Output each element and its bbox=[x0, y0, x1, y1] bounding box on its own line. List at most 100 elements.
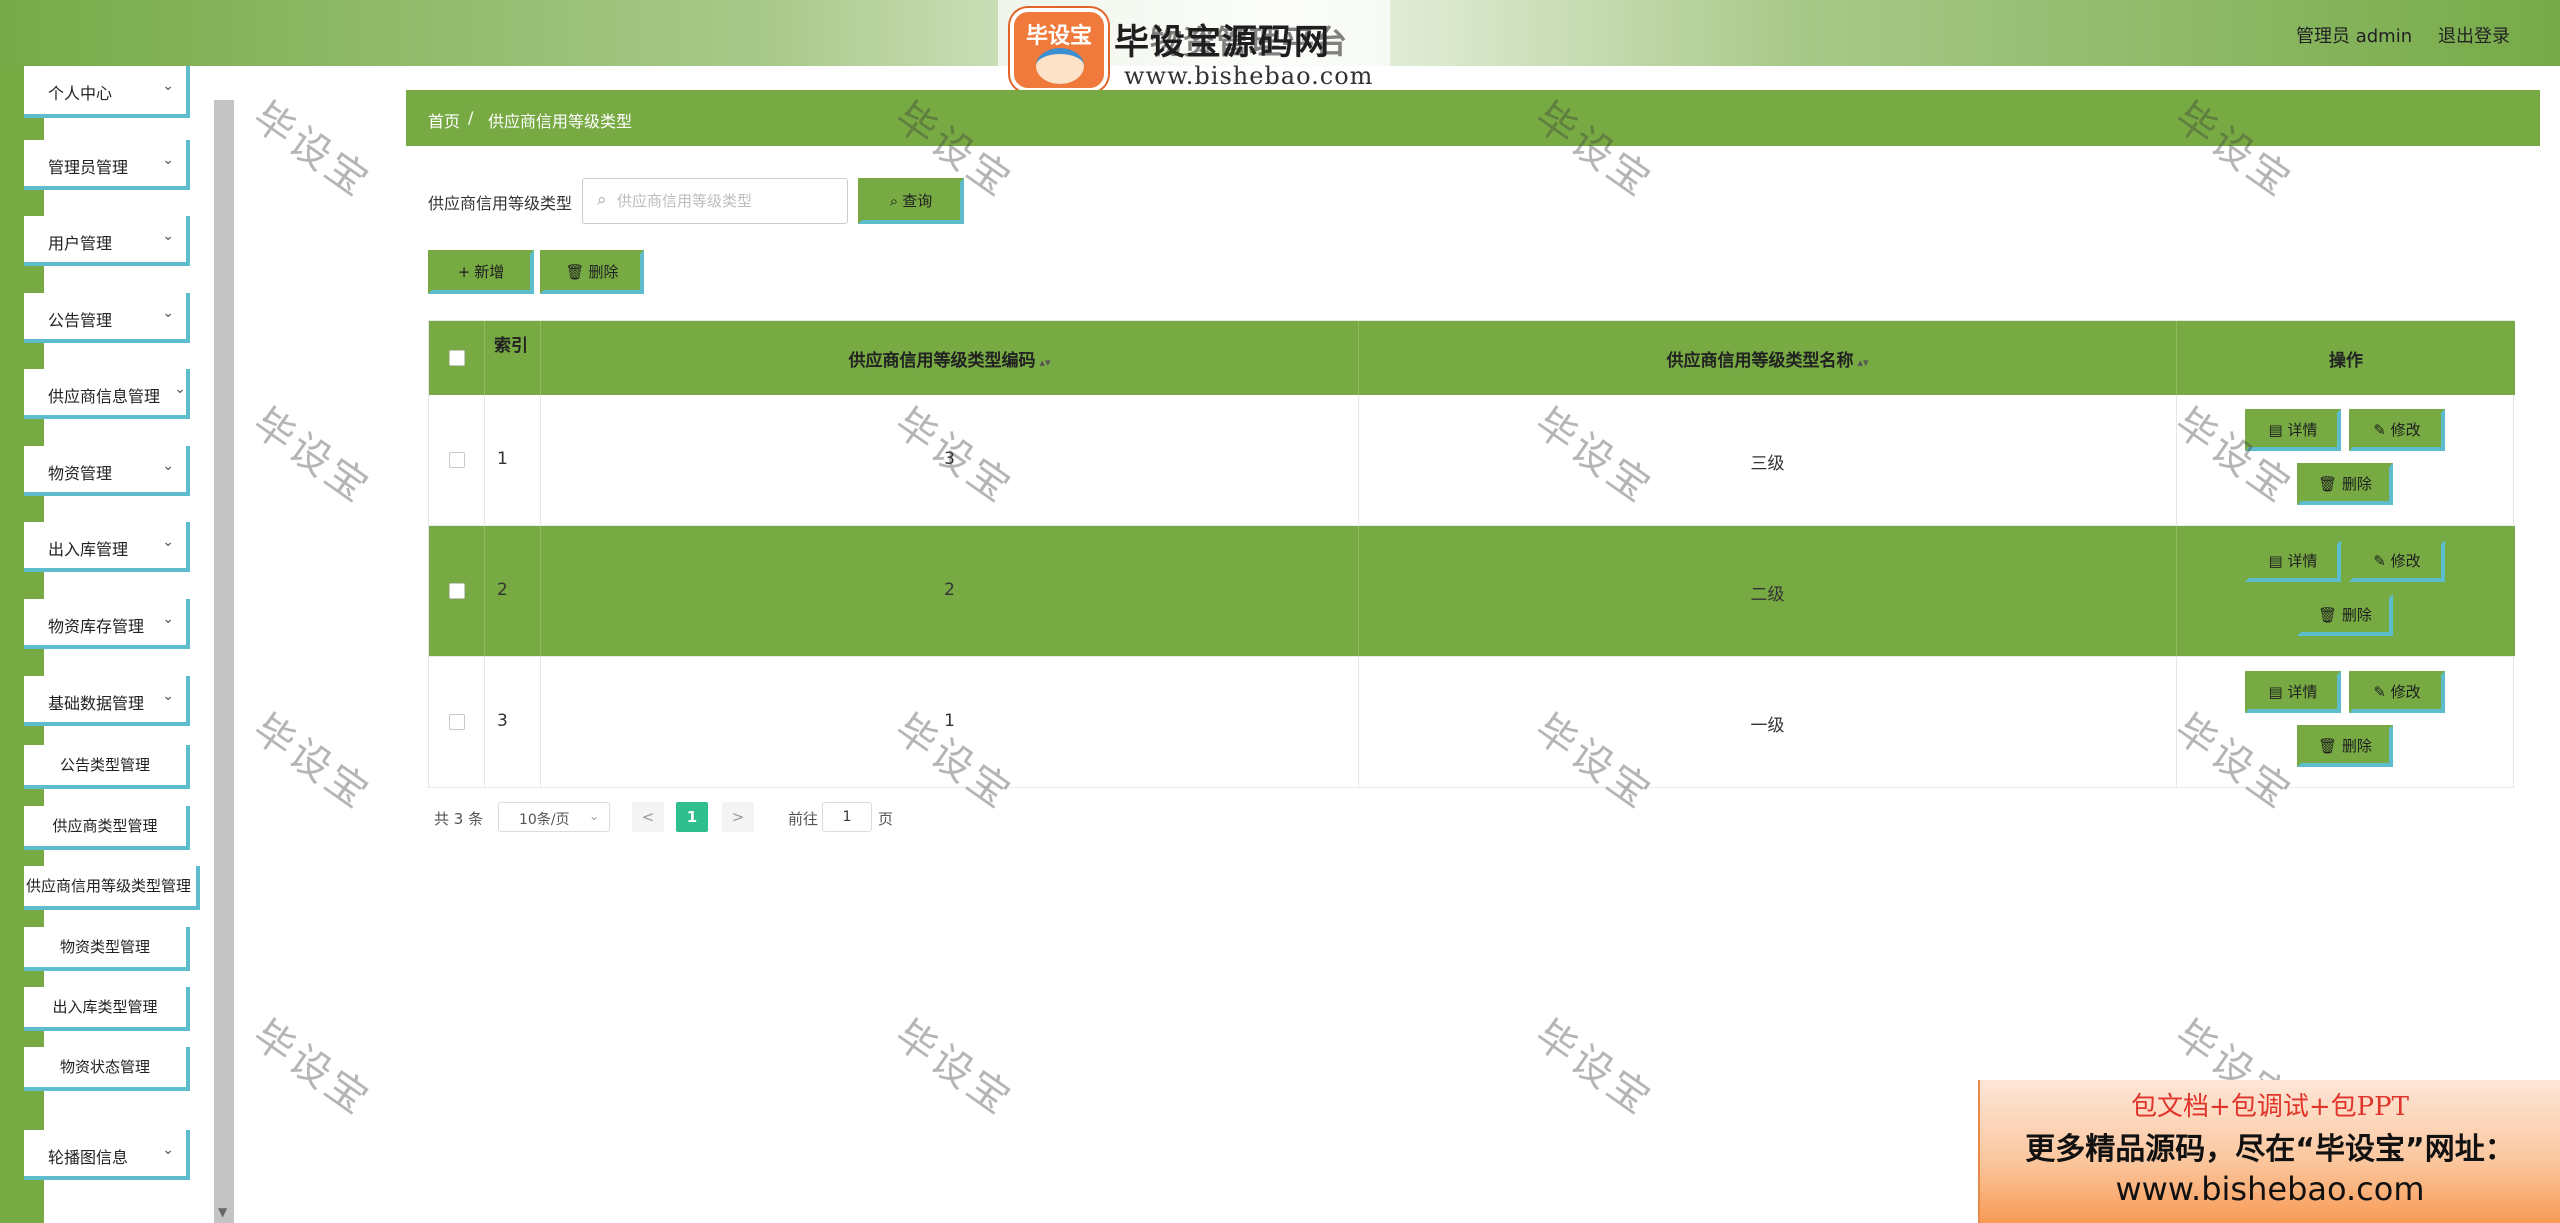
header-name-label: 供应商信用等级类型名称 ▴▾ bbox=[1359, 346, 2176, 371]
detail-button[interactable]: ▤ 详情 bbox=[2245, 409, 2341, 451]
promo-line-1: 包文档+包调试+包PPT bbox=[2131, 1092, 2409, 1122]
sidebar-item-label: 物资库存管理 bbox=[48, 617, 145, 636]
goto-page-input[interactable] bbox=[822, 802, 872, 832]
sidebar-item-admin[interactable]: 管理员管理 ⌄ bbox=[24, 140, 190, 190]
row-checkbox[interactable] bbox=[449, 583, 465, 599]
search-button-label: 查询 bbox=[902, 192, 933, 210]
header-select-cell bbox=[429, 321, 485, 395]
sidebar-item-users[interactable]: 用户管理 ⌄ bbox=[24, 216, 190, 266]
chevron-down-icon: ⌄ bbox=[162, 228, 174, 244]
sidebar-subitem-notice-types[interactable]: 公告类型管理 bbox=[24, 745, 190, 789]
chevron-down-icon: ⌄ bbox=[162, 534, 174, 550]
row-select-cell bbox=[429, 395, 485, 525]
chevron-down-icon: ⌄ bbox=[162, 458, 174, 474]
row-name-cell: 三级 bbox=[1359, 395, 2177, 525]
edit-button[interactable]: ✎ 修改 bbox=[2349, 671, 2445, 713]
edit-icon: ✎ bbox=[2373, 552, 2391, 570]
data-table: 索引 供应商信用等级类型编码 ▴▾ 供应商信用等级类型名称 ▴▾ 操作 1 3 三级… bbox=[428, 320, 2515, 788]
row-index-cell: 1 bbox=[485, 395, 541, 525]
sidebar-item-label: 管理员管理 bbox=[48, 158, 129, 177]
watermark: 毕设宝 bbox=[244, 705, 379, 819]
page-number-current[interactable]: 1 bbox=[676, 802, 708, 832]
delete-button[interactable]: 🗑 删除 bbox=[2297, 463, 2393, 505]
sort-icon[interactable]: ▴▾ bbox=[1857, 356, 1868, 369]
detail-button[interactable]: ▤ 详情 bbox=[2245, 540, 2341, 582]
row-checkbox[interactable] bbox=[449, 714, 465, 730]
sidebar-subitem-supplier-types[interactable]: 供应商类型管理 bbox=[24, 806, 190, 850]
row-select-cell bbox=[429, 657, 485, 787]
search-input[interactable] bbox=[617, 189, 837, 213]
sidebar-item-label: 物资管理 bbox=[48, 464, 113, 483]
batch-delete-label: 删除 bbox=[588, 263, 619, 281]
logout-link[interactable]: 退出登录 bbox=[2438, 22, 2510, 48]
header-code[interactable]: 供应商信用等级类型编码 ▴▾ bbox=[541, 321, 1359, 395]
delete-button[interactable]: 🗑 删除 bbox=[2297, 725, 2393, 767]
table-row: 2 2 二级 ▤ 详情 ✎ 修改 🗑 删除 bbox=[429, 526, 2515, 657]
select-all-checkbox[interactable] bbox=[449, 350, 465, 366]
sidebar-item-suppliers[interactable]: 供应商信息管理 ⌄ bbox=[24, 369, 190, 419]
sidebar-item-label: 轮播图信息 bbox=[48, 1148, 129, 1167]
page-suffix: 页 bbox=[878, 810, 894, 828]
watermark: 毕设宝 bbox=[244, 399, 379, 513]
batch-delete-button[interactable]: 🗑 删除 bbox=[540, 250, 644, 294]
page-size-select[interactable]: 10条/页 ⌄ bbox=[498, 802, 610, 832]
breadcrumb-home[interactable]: 首页 bbox=[428, 108, 460, 132]
prev-page-button[interactable]: < bbox=[632, 802, 664, 832]
delete-button[interactable]: 🗑 删除 bbox=[2297, 594, 2393, 636]
breadcrumb-current: 供应商信用等级类型 bbox=[488, 112, 633, 131]
detail-icon: ▤ bbox=[2268, 421, 2288, 439]
edit-button[interactable]: ✎ 修改 bbox=[2349, 540, 2445, 582]
edit-button[interactable]: ✎ 修改 bbox=[2349, 409, 2445, 451]
sidebar-scrollbar[interactable]: ▼ bbox=[214, 100, 234, 1223]
edit-label: 修改 bbox=[2390, 421, 2421, 439]
scroll-down-icon[interactable]: ▼ bbox=[218, 1205, 227, 1219]
trash-icon: 🗑 bbox=[2318, 475, 2342, 493]
delete-label: 删除 bbox=[2341, 475, 2372, 493]
pagination-total: 共 3 条 bbox=[434, 810, 484, 828]
trash-icon: 🗑 bbox=[2318, 737, 2342, 755]
trash-icon: 🗑 bbox=[2318, 606, 2342, 624]
edit-icon: ✎ bbox=[2373, 683, 2391, 701]
sidebar-subitem-credit-level-types[interactable]: 供应商信用等级类型管理 bbox=[24, 866, 200, 910]
sidebar-item-carousel[interactable]: 轮播图信息 ⌄ bbox=[24, 1130, 190, 1180]
sidebar-item-label: 用户管理 bbox=[48, 234, 113, 253]
watermark: 毕设宝 bbox=[244, 93, 379, 207]
chevron-down-icon: ⌄ bbox=[162, 611, 174, 627]
sidebar-item-materials[interactable]: 物资管理 ⌄ bbox=[24, 446, 190, 496]
next-page-button[interactable]: > bbox=[722, 802, 754, 832]
sidebar-subitem-material-status[interactable]: 物资状态管理 bbox=[24, 1047, 190, 1091]
detail-label: 详情 bbox=[2287, 683, 2318, 701]
detail-label: 详情 bbox=[2287, 421, 2318, 439]
header-name-text: 供应商信用等级类型名称 bbox=[1666, 351, 1854, 371]
table-header: 索引 供应商信用等级类型编码 ▴▾ 供应商信用等级类型名称 ▴▾ 操作 bbox=[429, 321, 2515, 395]
promo-line-3: www.bishebao.com bbox=[2115, 1170, 2425, 1208]
sort-icon[interactable]: ▴▾ bbox=[1039, 356, 1050, 369]
row-name: 一级 bbox=[1750, 716, 1785, 736]
search-field[interactable]: ⌕ bbox=[582, 178, 848, 224]
sidebar-subitem-inout-types[interactable]: 出入库类型管理 bbox=[24, 987, 190, 1031]
sidebar-item-notices[interactable]: 公告管理 ⌄ bbox=[24, 293, 190, 343]
search-button[interactable]: ⌕ 查询 bbox=[858, 178, 964, 224]
logo-badge-text: 毕设宝 bbox=[1025, 24, 1092, 49]
sidebar-item-inventory[interactable]: 物资库存管理 ⌄ bbox=[24, 599, 190, 649]
sidebar-item-label: 个人中心 bbox=[48, 84, 113, 103]
row-ops-cell: ▤ 详情 ✎ 修改 🗑 删除 bbox=[2177, 526, 2515, 656]
search-icon: ⌕ bbox=[597, 190, 607, 210]
header-name[interactable]: 供应商信用等级类型名称 ▴▾ bbox=[1359, 321, 2177, 395]
plus-icon: + bbox=[457, 263, 471, 281]
table-row: 3 1 一级 ▤ 详情 ✎ 修改 🗑 删除 bbox=[429, 657, 2515, 788]
edit-label: 修改 bbox=[2390, 552, 2421, 570]
sidebar-item-inout[interactable]: 出入库管理 ⌄ bbox=[24, 522, 190, 572]
chevron-down-icon: ⌄ bbox=[162, 688, 174, 704]
header-index-label: 索引 bbox=[494, 336, 528, 356]
detail-button[interactable]: ▤ 详情 bbox=[2245, 671, 2341, 713]
logo-title: 毕设宝源码网 bbox=[1114, 23, 1331, 63]
add-button[interactable]: + 新增 bbox=[428, 250, 534, 294]
goto-label: 前往 bbox=[788, 810, 819, 828]
row-checkbox[interactable] bbox=[449, 452, 465, 468]
sidebar-subitem-material-types[interactable]: 物资类型管理 bbox=[24, 927, 190, 971]
sidebar-item-profile[interactable]: 个人中心 ⌄ bbox=[24, 66, 190, 118]
sidebar-item-basic-data[interactable]: 基础数据管理 ⌄ bbox=[24, 676, 190, 726]
add-button-label: 新增 bbox=[474, 263, 505, 281]
promo-line-2: 更多精品源码，尽在“毕设宝”网址： bbox=[2025, 1132, 2515, 1167]
